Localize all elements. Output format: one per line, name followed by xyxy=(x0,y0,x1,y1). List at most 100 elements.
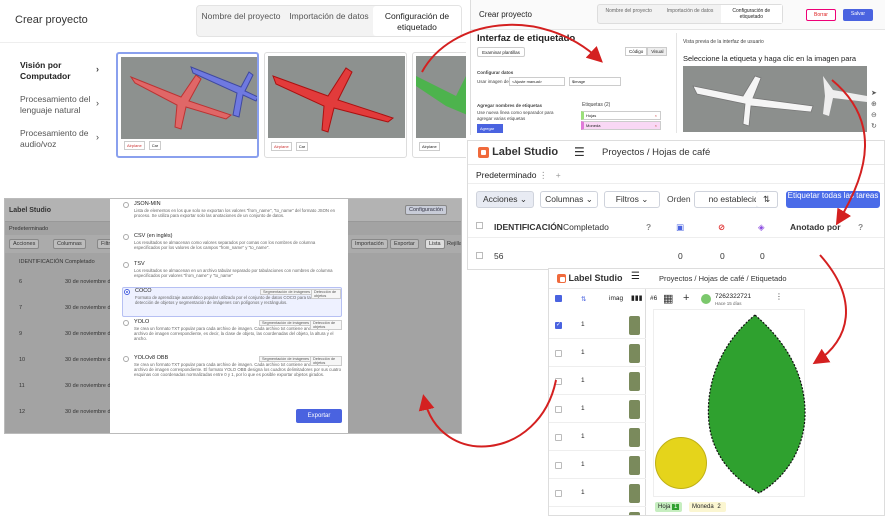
table-row[interactable] xyxy=(468,246,884,268)
code-tab[interactable]: Código xyxy=(625,47,648,56)
column-image[interactable]: imag xyxy=(609,295,623,302)
actions-dropdown[interactable]: Acciones ⌄ xyxy=(476,191,534,208)
data-source-select[interactable]: <Ajuste manual> xyxy=(509,77,565,86)
grid-view-button[interactable]: Rejilla xyxy=(447,241,461,247)
task-row[interactable]: 1 xyxy=(549,369,646,395)
task-row[interactable]: 1 xyxy=(549,453,646,479)
row-checkbox[interactable] xyxy=(555,321,562,329)
column-completed[interactable]: Completado xyxy=(563,222,609,232)
column-menu-icon[interactable]: ▮▮▮ xyxy=(631,294,643,302)
label-item-hojas[interactable]: Hojas × xyxy=(581,111,661,120)
task-row[interactable]: 1 xyxy=(549,313,646,339)
row-checkbox[interactable] xyxy=(476,252,483,259)
sort-icon[interactable]: ⇅ xyxy=(581,295,586,303)
column-id[interactable]: IDENTIFICACIÓN xyxy=(19,259,63,265)
task-row[interactable]: 1 xyxy=(549,425,646,451)
row-checkbox[interactable] xyxy=(555,406,562,413)
tab-project-name[interactable]: Nombre del proyecto xyxy=(598,5,659,23)
menu-icon[interactable]: ☰ xyxy=(631,271,640,282)
label-hoja[interactable]: Hoja 1 xyxy=(655,502,683,512)
task-row[interactable]: 1 xyxy=(549,509,646,515)
leaf-polygon[interactable] xyxy=(701,313,809,495)
category-nlp[interactable]: Procesamiento del lenguaje natural › xyxy=(20,94,110,116)
close-icon[interactable]: × xyxy=(655,113,657,118)
template-thumbnail[interactable]: Airplane Car xyxy=(264,52,407,158)
breadcrumb[interactable]: Proyectos / Hojas de café xyxy=(602,147,710,158)
add-icon[interactable]: + xyxy=(683,292,689,304)
preview-image[interactable] xyxy=(683,66,867,132)
radio-button[interactable] xyxy=(123,320,129,326)
radio-button[interactable] xyxy=(124,289,130,295)
visual-tab[interactable]: Visual xyxy=(647,47,668,56)
sort-direction-icon[interactable]: ⇅ xyxy=(756,191,778,208)
label-all-tasks-button[interactable]: Etiquetar todas las tareas xyxy=(786,191,880,208)
add-button[interactable]: Agregar xyxy=(477,124,503,133)
select-all-checkbox[interactable] xyxy=(476,222,483,229)
category-computer-vision[interactable]: Visión por Computador › xyxy=(20,60,110,82)
template-thumbnail[interactable]: Airplane xyxy=(412,52,466,158)
settings-button[interactable]: Configuración xyxy=(405,205,447,215)
row-checkbox[interactable] xyxy=(555,490,562,497)
delete-button[interactable]: Borrar xyxy=(806,9,836,21)
radio-button[interactable] xyxy=(123,262,129,268)
add-tab-icon[interactable]: + xyxy=(556,170,561,180)
close-icon[interactable]: × xyxy=(655,123,657,128)
save-button[interactable]: Salvar xyxy=(843,9,873,21)
export-button[interactable]: Exportar xyxy=(390,239,419,249)
row-checkbox[interactable] xyxy=(555,378,562,385)
select-all-checkbox[interactable] xyxy=(555,295,562,302)
task-row[interactable]: 1 xyxy=(549,481,646,507)
row-checkbox[interactable] xyxy=(555,350,562,357)
format-option-yolo[interactable]: YOLO Segmentación de imágenes Detección … xyxy=(122,319,342,351)
tab-data-import[interactable]: Importación de datos xyxy=(285,6,373,36)
tab-project-name[interactable]: Nombre del proyecto xyxy=(197,6,285,36)
tab-default[interactable]: Predeterminado ⋮ + xyxy=(476,170,561,181)
image-variable-field[interactable]: $image xyxy=(569,77,621,86)
radio-button[interactable] xyxy=(123,356,129,362)
pointer-icon[interactable]: ➤ xyxy=(871,88,877,99)
app-brand[interactable]: Label Studio xyxy=(9,207,51,214)
rotate-icon[interactable]: ↻ xyxy=(871,121,877,132)
tab-data-import[interactable]: Importación de datos xyxy=(659,5,720,23)
label-item-moneda[interactable]: Moneda × xyxy=(581,121,661,130)
breadcrumb[interactable]: Proyectos / Hojas de café / Etiquetado xyxy=(659,274,787,283)
actions-dropdown[interactable]: Acciones xyxy=(9,239,40,249)
columns-dropdown[interactable]: Columnas xyxy=(53,239,86,249)
tab-default[interactable]: Predeterminado xyxy=(9,226,48,232)
column-id[interactable]: IDENTIFICACIÓN xyxy=(494,222,563,232)
format-option-coco[interactable]: COCO Segmentación de imágenes Detección … xyxy=(122,287,342,317)
tab-labeling-setup[interactable]: Configuración de etiquetado xyxy=(720,5,782,23)
format-option-yolov8-obb[interactable]: YOLOv8 OBB Segmentación de imágenes Dete… xyxy=(122,355,342,393)
menu-icon[interactable]: ☰ xyxy=(574,145,585,159)
import-button[interactable]: Importación xyxy=(351,239,388,249)
export-confirm-button[interactable]: Exportar xyxy=(296,409,342,423)
format-option-json-min[interactable]: JSON-MIN Lista de elementos en los que s… xyxy=(122,201,342,229)
zoom-out-icon[interactable]: ⊖ xyxy=(871,110,877,121)
browse-templates-button[interactable]: Examinar plantillas xyxy=(477,47,525,57)
template-thumbnail[interactable]: Airplane Car xyxy=(116,52,259,158)
filters-dropdown[interactable]: Filtros ⌄ xyxy=(604,191,660,208)
zoom-icon[interactable]: ⊕ xyxy=(871,99,877,110)
coin-region[interactable] xyxy=(655,437,707,489)
row-checkbox[interactable] xyxy=(555,462,562,469)
column-annotated-by[interactable]: Anotado por xyxy=(790,222,841,232)
format-option-tsv[interactable]: TSV Los resultados se almacenan en un ar… xyxy=(122,261,342,287)
grid-icon[interactable]: ▦ xyxy=(663,292,673,305)
more-icon[interactable]: ⋮ xyxy=(775,292,783,301)
tab-labeling-setup[interactable]: Configuración de etiquetado xyxy=(373,6,461,36)
list-view-button[interactable]: Lista xyxy=(425,239,445,249)
app-brand[interactable]: Label Studio xyxy=(557,273,623,284)
label-chip: Car xyxy=(148,141,162,150)
more-icon[interactable]: ⋮ xyxy=(539,170,548,180)
column-completed[interactable]: Completado xyxy=(65,259,95,265)
radio-button[interactable] xyxy=(123,202,129,208)
format-option-csv[interactable]: CSV (en inglés) Los resultados se almace… xyxy=(122,233,342,259)
columns-dropdown[interactable]: Columnas ⌄ xyxy=(540,191,598,208)
app-brand[interactable]: Label Studio xyxy=(478,146,558,158)
task-row[interactable]: 1 xyxy=(549,397,646,423)
radio-button[interactable] xyxy=(123,234,129,240)
category-audio[interactable]: Procesamiento de audio/voz › xyxy=(20,128,110,150)
task-row[interactable]: 1 xyxy=(549,341,646,367)
label-moneda[interactable]: Moneda 2 xyxy=(689,502,726,512)
row-checkbox[interactable] xyxy=(555,434,562,441)
